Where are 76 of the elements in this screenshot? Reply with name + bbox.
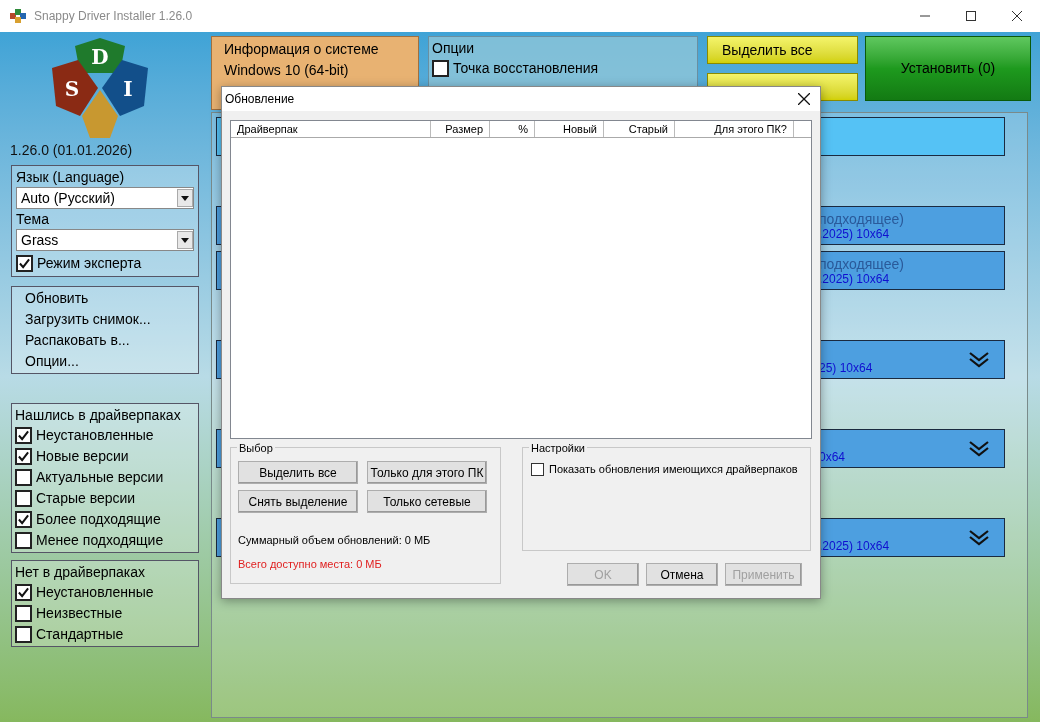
column-header[interactable]: Старый <box>604 121 675 137</box>
checkbox-label: Показать обновления имеющихся драйверпаков <box>549 462 798 477</box>
checkbox[interactable] <box>15 490 32 507</box>
dropdown-arrow-icon <box>181 237 189 243</box>
double-chevron-down-icon[interactable] <box>968 351 990 368</box>
checkbox[interactable] <box>15 427 32 444</box>
selection-button[interactable]: Только сетевые <box>367 490 487 513</box>
app-logo: D S I <box>50 38 150 138</box>
checkbox[interactable] <box>15 605 32 622</box>
maximize-icon <box>966 11 976 21</box>
dropdown[interactable]: Auto (Русский) <box>16 187 194 209</box>
driver-status: подходящее) <box>819 211 905 227</box>
menu-item[interactable]: Опции... <box>25 351 198 372</box>
checkmark-icon <box>18 514 29 525</box>
checkmark-icon <box>19 258 30 269</box>
menu-item[interactable]: Распаковать в... <box>25 330 198 351</box>
checkbox-label: Менее подходящие <box>36 531 164 550</box>
filter-title: Нет в драйверпаках <box>15 563 147 582</box>
checkbox-label: Новые версии <box>36 447 129 466</box>
dropdown-arrow-icon <box>181 195 189 201</box>
checkbox[interactable] <box>15 511 32 528</box>
system-info-title: Информация о системе <box>224 40 380 59</box>
checkbox-label: Неустановленные <box>36 583 154 602</box>
checkbox[interactable] <box>16 255 33 272</box>
checkbox-label: Более подходящие <box>36 510 161 529</box>
selection-button[interactable]: Снять выделение <box>238 490 358 513</box>
filter-title: Нашлись в драйверпаках <box>15 406 182 425</box>
checkbox[interactable] <box>432 60 449 77</box>
checkmark-icon <box>18 430 29 441</box>
close-icon <box>1012 11 1022 21</box>
total-size-label: Суммарный объем обновлений: 0 МБ <box>238 533 432 548</box>
driver-version: .2025) 10x64 <box>819 227 891 241</box>
checkbox[interactable] <box>15 448 32 465</box>
driver-status: подходящее) <box>819 256 905 272</box>
checkbox-label: Стандартные <box>36 625 124 644</box>
language-label: Язык (Language) <box>16 168 126 186</box>
dialog-title: Обновление <box>225 91 295 108</box>
checkbox[interactable] <box>15 469 32 486</box>
menu-item[interactable]: Загрузить снимок... <box>25 309 198 330</box>
column-header[interactable]: Драйверпак <box>231 121 431 137</box>
selection-button[interactable]: Выделить все <box>238 461 358 484</box>
checkbox[interactable] <box>531 462 544 476</box>
app-icon <box>10 9 26 23</box>
version-label: 1.26.0 (01.01.2026) <box>10 141 133 160</box>
theme-label: Тема <box>16 210 50 228</box>
column-header[interactable]: Для этого ПК? <box>675 121 794 137</box>
group-title: Выбор <box>237 440 275 457</box>
column-header[interactable]: Размер <box>431 121 490 137</box>
double-chevron-down-icon[interactable] <box>968 529 990 546</box>
checkbox-label: Актуальные версии <box>36 468 164 487</box>
checkmark-icon <box>18 451 29 462</box>
options-title: Опции <box>432 39 476 58</box>
dialog-button[interactable]: Отмена <box>646 563 718 586</box>
double-chevron-down-icon[interactable] <box>968 440 990 457</box>
close-icon <box>798 93 810 105</box>
driver-version: .2025) 10x64 <box>819 272 891 286</box>
os-label: Windows 10 (64-bit) <box>224 61 350 80</box>
select-all-button[interactable]: Выделить все <box>707 36 858 64</box>
checkbox-label: Старые версии <box>36 489 136 508</box>
checkmark-icon <box>18 587 29 598</box>
checkbox[interactable] <box>15 584 32 601</box>
install-button[interactable]: Установить (0) <box>865 36 1031 101</box>
free-space-label: Всего доступно места: 0 МБ <box>238 556 383 572</box>
checkbox-label: Неизвестные <box>36 604 123 623</box>
driver-version: .2025) 10x64 <box>819 539 891 553</box>
window-title: Snappy Driver Installer 1.26.0 <box>34 8 193 25</box>
column-header[interactable]: % <box>490 121 535 137</box>
checkbox[interactable] <box>15 532 32 549</box>
menu-item[interactable]: Обновить <box>25 288 198 309</box>
column-header[interactable]: Новый <box>535 121 604 137</box>
selection-button[interactable]: Только для этого ПК <box>367 461 487 484</box>
checkbox-label: Точка восстановления <box>453 59 599 78</box>
checkbox-label: Неустановленные <box>36 426 154 445</box>
dropdown[interactable]: Grass <box>16 229 194 251</box>
checkbox[interactable] <box>15 626 32 643</box>
checkbox-label: Режим эксперта <box>37 254 142 273</box>
